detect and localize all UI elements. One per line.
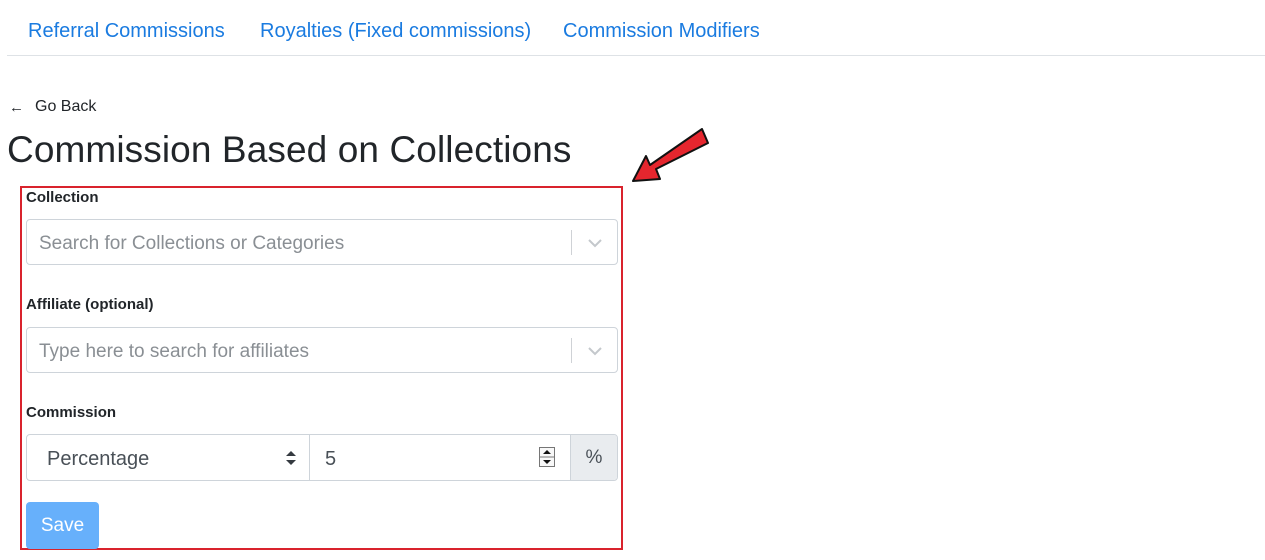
- commission-amount-value: 5: [325, 448, 337, 470]
- tab-referral-commissions[interactable]: Referral Commissions: [28, 20, 225, 43]
- commission-amount-input[interactable]: 5: [310, 435, 571, 480]
- commission-type-value: Percentage: [47, 448, 150, 470]
- go-back-label: Go Back: [35, 98, 97, 115]
- collection-label: Collection: [26, 189, 99, 206]
- affiliate-label: Affiliate (optional): [26, 296, 154, 313]
- tab-commission-modifiers[interactable]: Commission Modifiers: [563, 20, 760, 43]
- collection-placeholder: Search for Collections or Categories: [39, 233, 345, 254]
- number-spinner-icon[interactable]: [539, 447, 555, 467]
- affiliate-select[interactable]: Type here to search for affiliates: [26, 327, 618, 373]
- go-back-link[interactable]: ← Go Back: [9, 98, 96, 116]
- tab-royalties[interactable]: Royalties (Fixed commissions): [260, 20, 531, 43]
- commission-type-select[interactable]: Percentage: [27, 435, 310, 480]
- commission-input-group: Percentage 5 %: [26, 434, 618, 481]
- percent-addon: %: [570, 435, 617, 480]
- arrow-left-icon: ←: [9, 98, 24, 116]
- chevron-down-icon[interactable]: [587, 343, 603, 359]
- red-arrow-annotation: [632, 128, 709, 182]
- indicator-separator: [571, 338, 572, 363]
- affiliate-placeholder: Type here to search for affiliates: [39, 341, 310, 362]
- save-button[interactable]: Save: [26, 502, 99, 549]
- commission-label: Commission: [26, 404, 117, 421]
- chevron-down-icon[interactable]: [587, 235, 603, 251]
- indicator-separator: [571, 230, 572, 255]
- collection-select[interactable]: Search for Collections or Categories: [26, 219, 618, 265]
- page-title: Commission Based on Collections: [7, 129, 572, 170]
- select-updown-icon: [286, 451, 296, 465]
- tab-bar: Referral Commissions Royalties (Fixed co…: [7, 0, 1265, 56]
